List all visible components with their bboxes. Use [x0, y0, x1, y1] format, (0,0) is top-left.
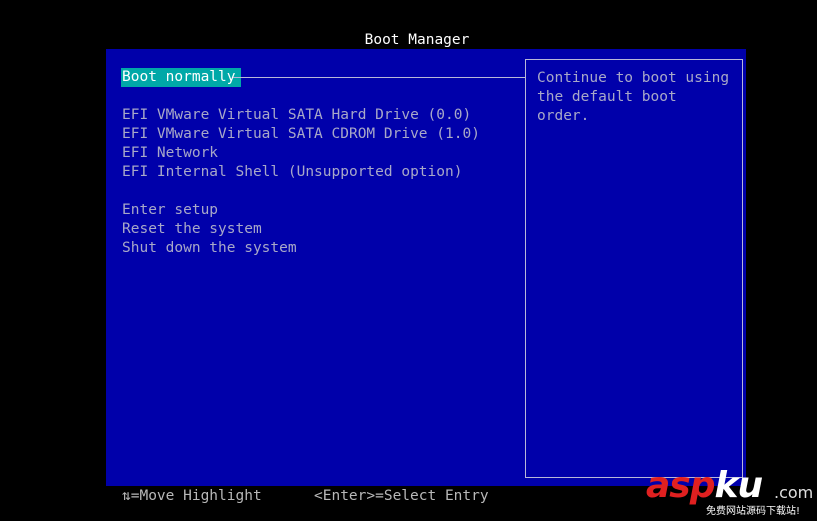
boot-manager-panel: Boot normally EFI VMware Virtual SATA Ha… [106, 49, 746, 486]
watermark-brand: aspku [646, 465, 764, 506]
watermark-domain: .com [774, 483, 814, 502]
watermark-tagline: 免费网站源码下载站! [706, 506, 801, 517]
help-text: Continue to boot using the default boot … [537, 70, 730, 124]
help-box: Continue to boot using the default boot … [525, 59, 743, 478]
menu-item-hard-drive[interactable]: EFI VMware Virtual SATA Hard Drive (0.0) [121, 106, 472, 125]
watermark-brand-main: asp [646, 465, 715, 506]
watermark-brand-accent: ku [714, 465, 764, 506]
menu-item-network[interactable]: EFI Network [121, 144, 219, 163]
menu-item-internal-shell[interactable]: EFI Internal Shell (Unsupported option) [121, 163, 463, 182]
watermark-logo: aspku .com 免费网站源码下载站! [646, 468, 816, 518]
menu-item-cdrom-drive[interactable]: EFI VMware Virtual SATA CDROM Drive (1.0… [121, 125, 481, 144]
menu-item-enter-setup[interactable]: Enter setup [121, 201, 219, 220]
page-title: Boot Manager [364, 32, 470, 48]
menu-item-shut-down[interactable]: Shut down the system [121, 239, 298, 258]
selection-connector-line [233, 77, 525, 78]
footer-select-hint: <Enter>=Select Entry [314, 488, 489, 504]
menu-item-boot-normally[interactable]: Boot normally [121, 68, 241, 87]
menu-item-reset-system[interactable]: Reset the system [121, 220, 263, 239]
footer-move-hint: ⇅=Move Highlight [122, 488, 262, 504]
